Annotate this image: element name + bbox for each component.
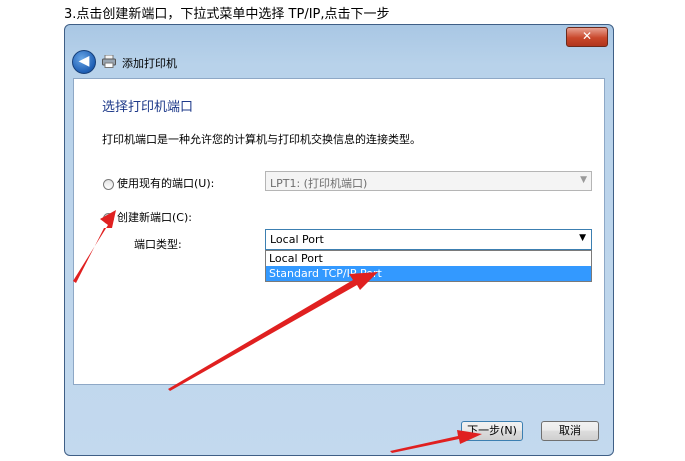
page-description: 打印机端口是一种允许您的计算机与打印机交换信息的连接类型。 [102, 133, 421, 146]
use-existing-port-radio[interactable] [103, 179, 114, 190]
page-heading: 选择打印机端口 [102, 100, 194, 115]
use-existing-port-label[interactable]: 使用现有的端口(U): [117, 175, 214, 191]
next-button[interactable]: 下一步(N) [461, 421, 523, 441]
existing-port-value: LPT1: (打印机端口) [270, 177, 368, 190]
add-printer-window: ✕ ◀ 添加打印机 选择打印机端口 打印机端口是一种允许您的计算机与打印机交换信… [64, 24, 614, 456]
back-arrow-icon: ◀ [78, 53, 90, 69]
existing-port-select: LPT1: (打印机端口) ▼ [265, 171, 592, 191]
back-button[interactable]: ◀ [72, 50, 96, 74]
close-button[interactable]: ✕ [566, 27, 608, 47]
port-type-label: 端口类型: [134, 238, 182, 251]
window-title: 添加打印机 [122, 57, 177, 70]
create-new-port-label[interactable]: 创建新端口(C): [117, 209, 192, 225]
chevron-down-icon[interactable]: ▼ [579, 233, 586, 243]
title-bar: ◀ 添加打印机 [69, 47, 609, 77]
option-local-port[interactable]: Local Port [266, 251, 591, 266]
wizard-page: 选择打印机端口 打印机端口是一种允许您的计算机与打印机交换信息的连接类型。 使用… [73, 78, 605, 385]
chevron-down-icon: ▼ [580, 175, 587, 185]
option-standard-tcp-ip-port[interactable]: Standard TCP/IP Port [266, 266, 591, 281]
instruction-text: 3.点击创建新端口，下拉式菜单中选择 TP/IP,点击下一步 [64, 7, 390, 22]
create-new-port-radio[interactable] [103, 213, 114, 224]
port-type-dropdown-list: Local Port Standard TCP/IP Port [265, 250, 592, 282]
port-type-value: Local Port [270, 233, 324, 246]
printer-icon [102, 55, 116, 68]
cancel-button[interactable]: 取消 [541, 421, 599, 441]
port-type-select[interactable]: Local Port ▼ [265, 229, 592, 250]
